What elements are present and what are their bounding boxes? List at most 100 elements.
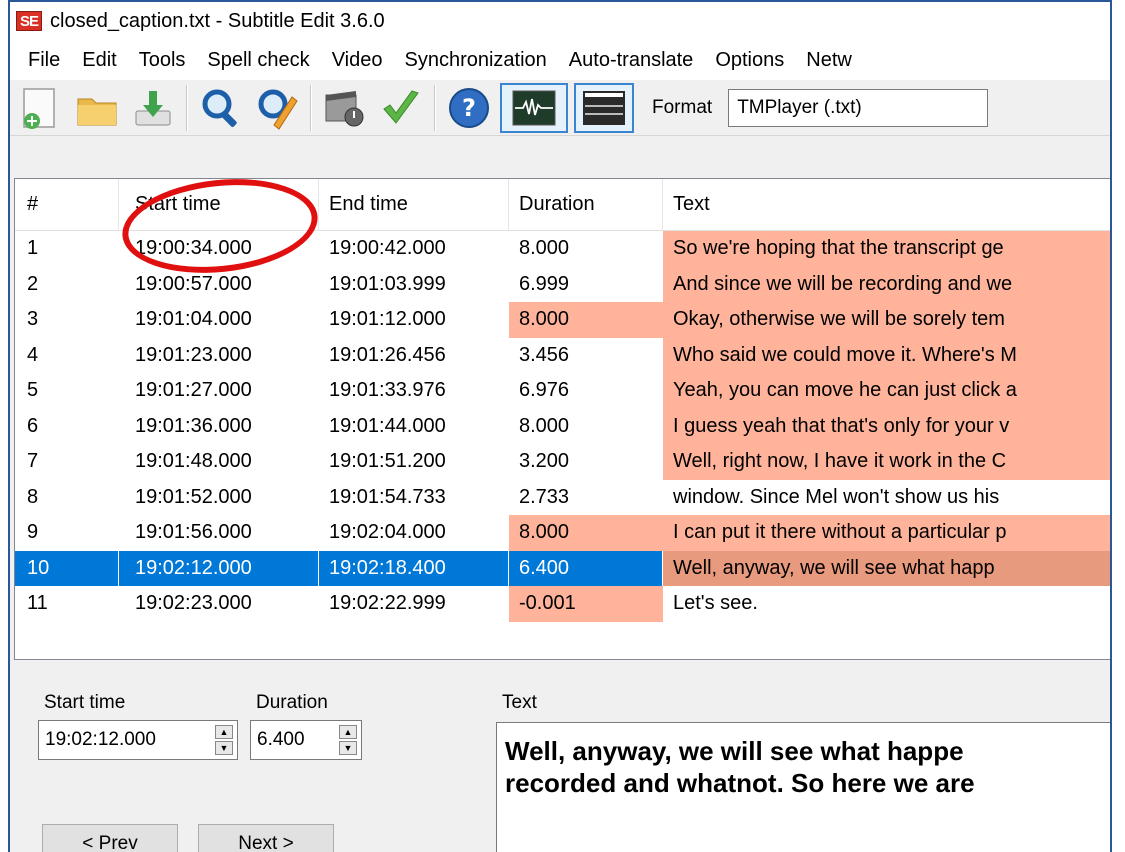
- column-header-text[interactable]: Text: [663, 179, 1110, 230]
- cell-duration: 8.000: [519, 237, 570, 260]
- toolbar-separator: [434, 84, 436, 131]
- cell-end-time: 19:01:03.999: [329, 272, 446, 295]
- column-header-duration[interactable]: Duration: [509, 179, 663, 230]
- cell-text: I guess yeah that that's only for your v: [663, 408, 1110, 444]
- toolbar-separator: [186, 84, 188, 131]
- column-header-number[interactable]: #: [15, 179, 119, 230]
- next-button[interactable]: Next >: [198, 824, 334, 852]
- start-time-label: Start time: [44, 692, 126, 713]
- cell-start-time: 19:00:57.000: [135, 272, 252, 295]
- cell-start-time: 19:00:34.000: [135, 237, 252, 260]
- duration-label: Duration: [256, 692, 328, 713]
- table-row[interactable]: 10 19:02:12.000 19:02:18.400 6.400 Well, any…: [15, 550, 1110, 586]
- format-label: Format: [652, 96, 713, 118]
- spell-check-icon: [383, 89, 419, 124]
- waveform-toggle-button[interactable]: [500, 82, 568, 133]
- spin-up-icon[interactable]: ▲: [215, 725, 233, 739]
- subtitle-list[interactable]: # Start time End time Duration Text 1 19:…: [14, 178, 1110, 660]
- table-row[interactable]: 8 19:01:52.000 19:01:54.733 2.733 window. Si…: [15, 480, 1110, 516]
- cell-number: 11: [27, 592, 48, 615]
- help-button[interactable]: ?: [444, 83, 494, 133]
- cell-start-time: 19:01:23.000: [135, 343, 252, 366]
- visual-sync-icon: [325, 90, 364, 126]
- spin-down-icon[interactable]: ▼: [339, 741, 357, 755]
- menu-edit[interactable]: Edit: [72, 49, 128, 72]
- video-icon: [583, 90, 625, 125]
- table-row[interactable]: 5 19:01:27.000 19:01:33.976 6.976 Yeah, you …: [15, 373, 1110, 409]
- spin-down-icon[interactable]: ▼: [215, 741, 233, 755]
- cell-duration: 6.976: [519, 379, 570, 402]
- app-window: SE closed_caption.txt - Subtitle Edit 3.…: [8, 0, 1112, 852]
- cell-duration: -0.001: [509, 586, 663, 622]
- new-file-button[interactable]: [16, 83, 66, 133]
- cell-start-time: 19:01:48.000: [135, 450, 252, 473]
- menu-bar: File Edit Tools Spell check Video Synchr…: [10, 40, 1110, 80]
- spell-check-button[interactable]: [376, 83, 426, 133]
- table-row[interactable]: 6 19:01:36.000 19:01:44.000 8.000 I guess ye…: [15, 408, 1110, 444]
- menu-auto-translate[interactable]: Auto-translate: [559, 49, 706, 72]
- toolbar: ? Format TMPlayer (.txt): [10, 80, 1110, 136]
- format-dropdown[interactable]: TMPlayer (.txt): [728, 88, 989, 127]
- new-file-icon: [23, 87, 55, 129]
- list-rows: 1 19:00:34.000 19:00:42.000 8.000 So we're h…: [15, 231, 1110, 622]
- table-row[interactable]: 1 19:00:34.000 19:00:42.000 8.000 So we're h…: [15, 231, 1110, 267]
- menu-spell-check[interactable]: Spell check: [197, 49, 321, 72]
- cell-end-time: 19:01:12.000: [329, 308, 446, 331]
- open-button[interactable]: [72, 83, 122, 133]
- menu-synchronization[interactable]: Synchronization: [394, 49, 558, 72]
- cell-duration: 8.000: [509, 515, 663, 551]
- cell-start-time: 19:01:36.000: [135, 414, 252, 437]
- cell-text: Let's see.: [673, 592, 758, 615]
- visual-sync-button[interactable]: [320, 83, 370, 133]
- find-button[interactable]: [196, 83, 246, 133]
- menu-video[interactable]: Video: [322, 49, 395, 72]
- replace-button[interactable]: [252, 83, 302, 133]
- start-time-spinner[interactable]: ▲ ▼: [215, 725, 233, 755]
- menu-networking[interactable]: Netw: [796, 49, 864, 72]
- column-header-end-time[interactable]: End time: [319, 179, 509, 230]
- table-row[interactable]: 4 19:01:23.000 19:01:26.456 3.456 Who said w…: [15, 337, 1110, 373]
- menu-tools[interactable]: Tools: [129, 49, 198, 72]
- edit-panel: Start time Duration Text 19:02:12.000 ▲ ▼…: [14, 662, 1110, 852]
- cell-number: 10: [15, 550, 119, 586]
- table-row[interactable]: 9 19:01:56.000 19:02:04.000 8.000 I can put …: [15, 515, 1110, 551]
- menu-options[interactable]: Options: [705, 49, 796, 72]
- table-row[interactable]: 7 19:01:48.000 19:01:51.200 3.200 Well, righ…: [15, 444, 1110, 480]
- list-header: # Start time End time Duration Text: [15, 179, 1110, 231]
- cell-end-time: 19:01:51.200: [329, 450, 446, 473]
- cell-text: So we're hoping that the transcript ge: [663, 231, 1110, 267]
- waveform-icon: [512, 90, 556, 125]
- window-title: closed_caption.txt - Subtitle Edit 3.6.0: [50, 9, 385, 32]
- help-icon: ?: [449, 87, 489, 128]
- spin-up-icon[interactable]: ▲: [339, 725, 357, 739]
- table-row[interactable]: 2 19:00:57.000 19:01:03.999 6.999 And since …: [15, 266, 1110, 302]
- cell-number: 4: [27, 343, 39, 366]
- duration-field[interactable]: 6.400 ▲ ▼: [250, 720, 362, 760]
- cell-start-time: 19:02:23.000: [135, 592, 252, 615]
- app-logo-icon: SE: [16, 11, 42, 31]
- cell-duration: 8.000: [519, 414, 570, 437]
- video-toggle-button[interactable]: [574, 82, 634, 133]
- table-row[interactable]: 3 19:01:04.000 19:01:12.000 8.000 Okay, othe…: [15, 302, 1110, 338]
- cell-end-time: 19:02:04.000: [329, 521, 446, 544]
- cell-number: 7: [27, 450, 39, 473]
- cell-text: Yeah, you can move he can just click a: [663, 373, 1110, 409]
- duration-spinner[interactable]: ▲ ▼: [339, 725, 357, 755]
- cell-number: 3: [27, 308, 39, 331]
- table-row[interactable]: 11 19:02:23.000 19:02:22.999 -0.001 Let's se…: [15, 586, 1110, 622]
- replace-icon: [258, 89, 298, 130]
- subtitle-text-editor[interactable]: Well, anyway, we will see what happe rec…: [496, 722, 1110, 852]
- start-time-field[interactable]: 19:02:12.000 ▲ ▼: [38, 720, 238, 760]
- menu-file[interactable]: File: [18, 49, 72, 72]
- cell-end-time: 19:00:42.000: [329, 237, 446, 260]
- title-bar: SE closed_caption.txt - Subtitle Edit 3.…: [10, 2, 1110, 40]
- cell-text: Who said we could move it. Where's M: [663, 337, 1110, 373]
- cell-start-time: 19:01:56.000: [135, 521, 252, 544]
- column-header-start-time[interactable]: Start time: [119, 179, 319, 230]
- cell-start-time: 19:01:52.000: [135, 485, 252, 508]
- cell-end-time: 19:02:18.400: [319, 550, 509, 586]
- text-line-2: recorded and whatnot. So here we are: [505, 768, 975, 798]
- save-button[interactable]: [128, 83, 178, 133]
- cell-text: Well, anyway, we will see what happ: [663, 550, 1110, 586]
- prev-button[interactable]: < Prev: [42, 824, 178, 852]
